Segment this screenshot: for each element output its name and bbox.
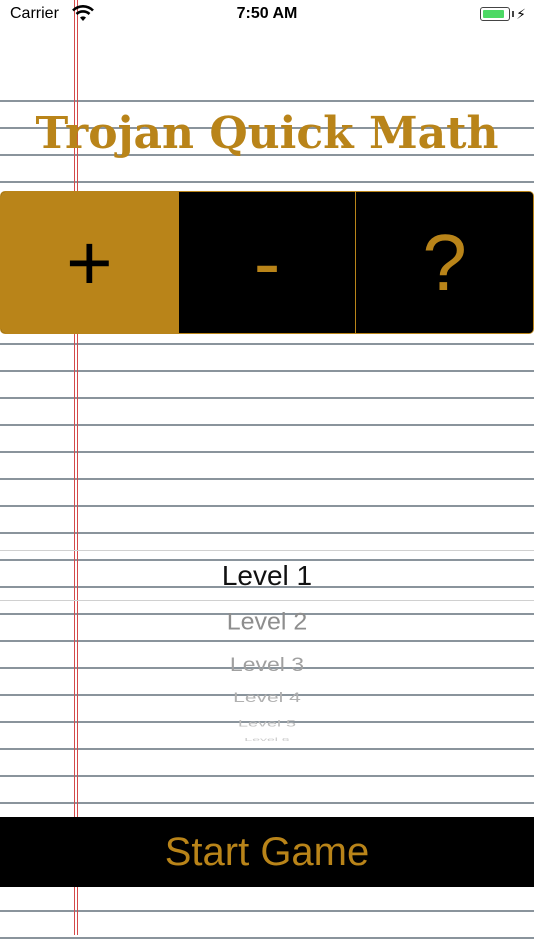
operation-random-button[interactable]: ? (355, 192, 533, 333)
picker-separator (0, 600, 534, 601)
battery-icon (480, 7, 510, 21)
operation-plus-button[interactable]: + (1, 192, 178, 333)
battery-level-fill (483, 10, 504, 18)
level-option[interactable]: Level 1 (0, 560, 534, 592)
level-option[interactable]: Level 3 (0, 653, 534, 676)
battery-nub (512, 11, 514, 17)
start-game-button[interactable]: Start Game (0, 817, 534, 887)
operation-minus-button[interactable]: - (177, 192, 356, 333)
app-title: Trojan Quick Math (35, 108, 499, 159)
level-option[interactable]: Level 5 (0, 718, 534, 729)
level-option[interactable]: Level 4 (0, 690, 534, 706)
level-option[interactable]: Level 6 (0, 736, 534, 742)
charging-bolt-icon: ⚡ (516, 6, 526, 22)
level-picker[interactable]: Level 1 Level 2 Level 3 Level 4 Level 5 … (0, 548, 534, 748)
clock: 7:50 AM (236, 5, 298, 22)
level-option[interactable]: Level 2 (0, 609, 534, 637)
status-bar: Carrier 7:50 AM ⚡ (0, 0, 534, 30)
operation-selector: + - ? (0, 191, 534, 334)
picker-separator (0, 550, 534, 551)
